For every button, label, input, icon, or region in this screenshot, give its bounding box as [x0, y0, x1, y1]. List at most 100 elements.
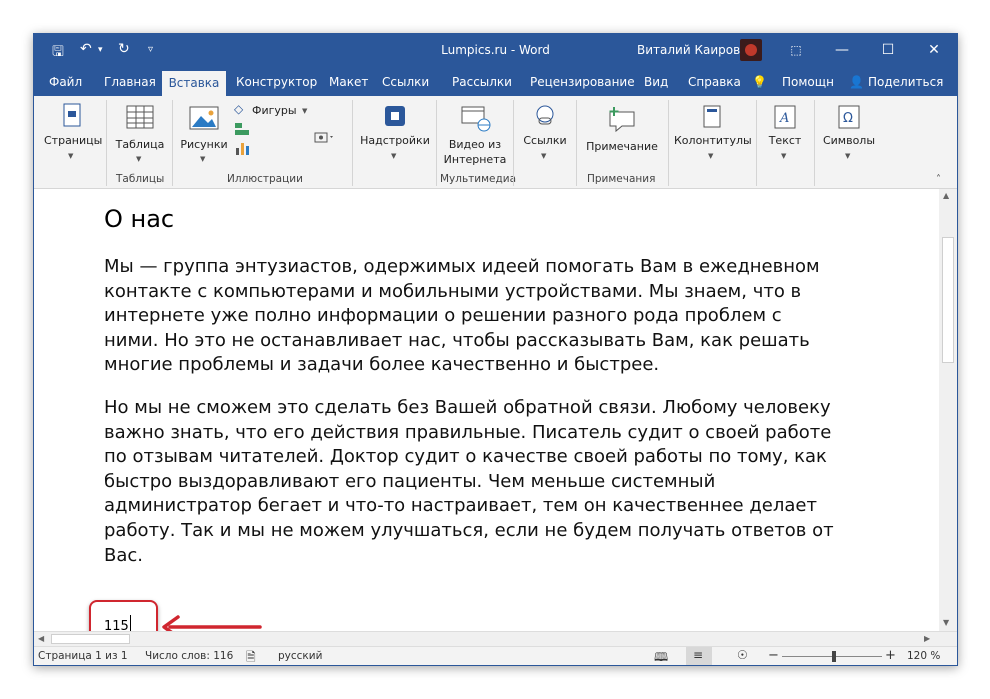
header-footer-icon — [703, 105, 721, 128]
video-label-line2: Интернета — [443, 153, 507, 166]
tab-mailings[interactable]: Рассылки — [452, 75, 512, 89]
zoom-in-icon[interactable]: + — [885, 648, 896, 663]
language[interactable]: русский — [278, 650, 322, 662]
svg-text:Ω: Ω — [843, 111, 853, 126]
comment-button[interactable]: Примечание — [582, 102, 662, 172]
scroll-left-icon[interactable]: ◀ — [38, 634, 44, 643]
zoom-level[interactable]: 120 % — [907, 650, 940, 662]
smartart-icon[interactable] — [234, 122, 250, 136]
ribbon: Страницы ▼ Таблица ▼ Таблицы Рисунки ▼ ◇… — [34, 96, 957, 189]
shapes-button[interactable]: ◇ Фигуры ▼ — [234, 102, 314, 120]
chevron-down-icon: ▼ — [391, 152, 397, 160]
table-icon — [126, 105, 154, 129]
pages-label: Страницы — [44, 134, 103, 147]
tab-file[interactable]: Файл — [49, 75, 82, 89]
status-bar: Страница 1 из 1 Число слов: 116 🗎 русски… — [34, 646, 957, 665]
pages-button[interactable]: Страницы ▼ — [44, 102, 103, 172]
video-label-line1: Видео из — [448, 138, 502, 151]
word-window: 🖫 ↶ ▾ ↻ ▿ Lumpics.ru - Word Виталий Каир… — [33, 33, 958, 666]
header-footer-label: Колонтитулы — [674, 134, 752, 147]
text-line: контакте с компьютерами и мобильными уст… — [104, 280, 802, 302]
scroll-right-icon[interactable]: ▶ — [924, 634, 930, 643]
close-button[interactable]: ✕ — [911, 34, 957, 66]
tab-help[interactable]: Справка — [688, 75, 741, 89]
text-line: администратор бегает и что-то настраивае… — [104, 495, 817, 517]
chevron-down-icon: ▼ — [781, 152, 787, 160]
arrow-annotation — [162, 615, 264, 631]
svg-text:A: A — [779, 111, 789, 126]
ribbon-display-options-icon[interactable]: ⬚ — [773, 34, 819, 66]
collapse-ribbon-icon[interactable]: ˄ — [936, 174, 941, 185]
group-separator — [756, 100, 757, 186]
pictures-button[interactable]: Рисунки ▼ — [178, 102, 230, 172]
horizontal-scrollbar[interactable]: ◀ ▶ — [34, 631, 957, 646]
paragraph-2: Но мы не сможем это сделать без Вашей об… — [104, 396, 894, 568]
scroll-up-icon[interactable]: ▲ — [943, 191, 949, 200]
zoom-thumb[interactable] — [832, 651, 836, 662]
scroll-down-icon[interactable]: ▼ — [943, 618, 949, 627]
share-button[interactable]: Поделиться — [868, 75, 943, 89]
group-label-illustrations: Иллюстрации — [227, 173, 303, 185]
group-separator — [436, 100, 437, 186]
table-label: Таблица — [115, 138, 165, 151]
tell-me[interactable]: Помощн — [782, 75, 834, 89]
shapes-label: Фигуры — [252, 104, 297, 117]
tab-insert[interactable]: Вставка — [162, 71, 226, 96]
scroll-thumb[interactable] — [942, 237, 954, 363]
text-button[interactable]: A Текст ▼ — [762, 102, 808, 172]
picture-icon — [189, 106, 219, 130]
tab-design[interactable]: Конструктор — [236, 75, 317, 89]
tab-layout[interactable]: Макет — [329, 75, 368, 89]
tab-references[interactable]: Ссылки — [382, 75, 429, 89]
word-count[interactable]: Число слов: 116 — [145, 650, 233, 662]
scroll-thumb[interactable] — [51, 634, 130, 644]
tab-view[interactable]: Вид — [644, 75, 668, 89]
chevron-down-icon: ▼ — [68, 152, 74, 160]
text-line: Вас. — [104, 544, 143, 566]
text-line: по отзывам читателей. Доктор судит о кач… — [104, 446, 827, 468]
screenshot-icon[interactable] — [314, 130, 336, 144]
store-icon — [385, 106, 405, 126]
vertical-scrollbar[interactable]: ▲ ▼ — [939, 189, 957, 631]
chevron-down-icon: ▼ — [136, 155, 142, 163]
header-footer-button[interactable]: Колонтитулы ▼ — [674, 102, 752, 172]
text-line: Мы — группа энтузиастов, одержимых идеей… — [104, 256, 820, 277]
group-label-media: Мультимедиа — [440, 173, 517, 185]
maximize-button[interactable]: ☐ — [865, 34, 911, 66]
user-name[interactable]: Виталий Каиров — [637, 43, 740, 57]
zoom-out-icon[interactable]: − — [768, 648, 779, 663]
group-separator — [513, 100, 514, 186]
document-page[interactable]: О нас Мы — группа энтузиастов, одержимых… — [34, 189, 939, 631]
text-line: Но мы не сможем это сделать без Вашей об… — [104, 397, 831, 418]
typed-number: 115 — [104, 619, 129, 631]
text-line: работу. Так и мы не можем улучшаться, ес… — [104, 519, 834, 541]
group-label-tables: Таблицы — [116, 173, 165, 185]
proofing-icon[interactable]: 🗎 — [246, 648, 256, 669]
minimize-button[interactable]: — — [819, 34, 865, 66]
symbols-button[interactable]: Ω Символы ▼ — [820, 102, 878, 172]
pictures-label: Рисунки — [180, 138, 228, 151]
page-count[interactable]: Страница 1 из 1 — [38, 650, 128, 662]
chart-icon[interactable] — [234, 140, 250, 156]
links-button[interactable]: Ссылки ▼ — [520, 102, 570, 172]
avatar[interactable] — [740, 39, 762, 61]
addins-button[interactable]: Надстройки ▼ — [358, 102, 432, 172]
web-layout-icon[interactable]: ☉ — [737, 648, 748, 662]
online-video-button[interactable]: Видео из Интернета — [442, 102, 508, 172]
lightbulb-icon: 💡 — [752, 75, 767, 89]
tab-home[interactable]: Главная — [104, 75, 156, 89]
title-bar: 🖫 ↶ ▾ ↻ ▿ Lumpics.ru - Word Виталий Каир… — [34, 34, 957, 66]
group-separator — [172, 100, 173, 186]
print-layout-icon: ≡ — [693, 648, 704, 662]
read-mode-icon[interactable]: 🕮 — [654, 648, 668, 669]
chevron-down-icon: ▼ — [845, 152, 851, 160]
addins-label: Надстройки — [360, 134, 430, 147]
group-separator — [106, 100, 107, 186]
comment-label: Примечание — [586, 140, 658, 153]
tab-review[interactable]: Рецензирование — [530, 75, 635, 89]
table-button[interactable]: Таблица ▼ — [114, 102, 166, 172]
symbols-label: Символы — [822, 134, 876, 147]
print-layout-button[interactable]: ≡ — [686, 647, 712, 665]
text-line: быстро выздоравливают его пациенты. Чем … — [104, 470, 716, 492]
link-icon — [536, 105, 554, 125]
